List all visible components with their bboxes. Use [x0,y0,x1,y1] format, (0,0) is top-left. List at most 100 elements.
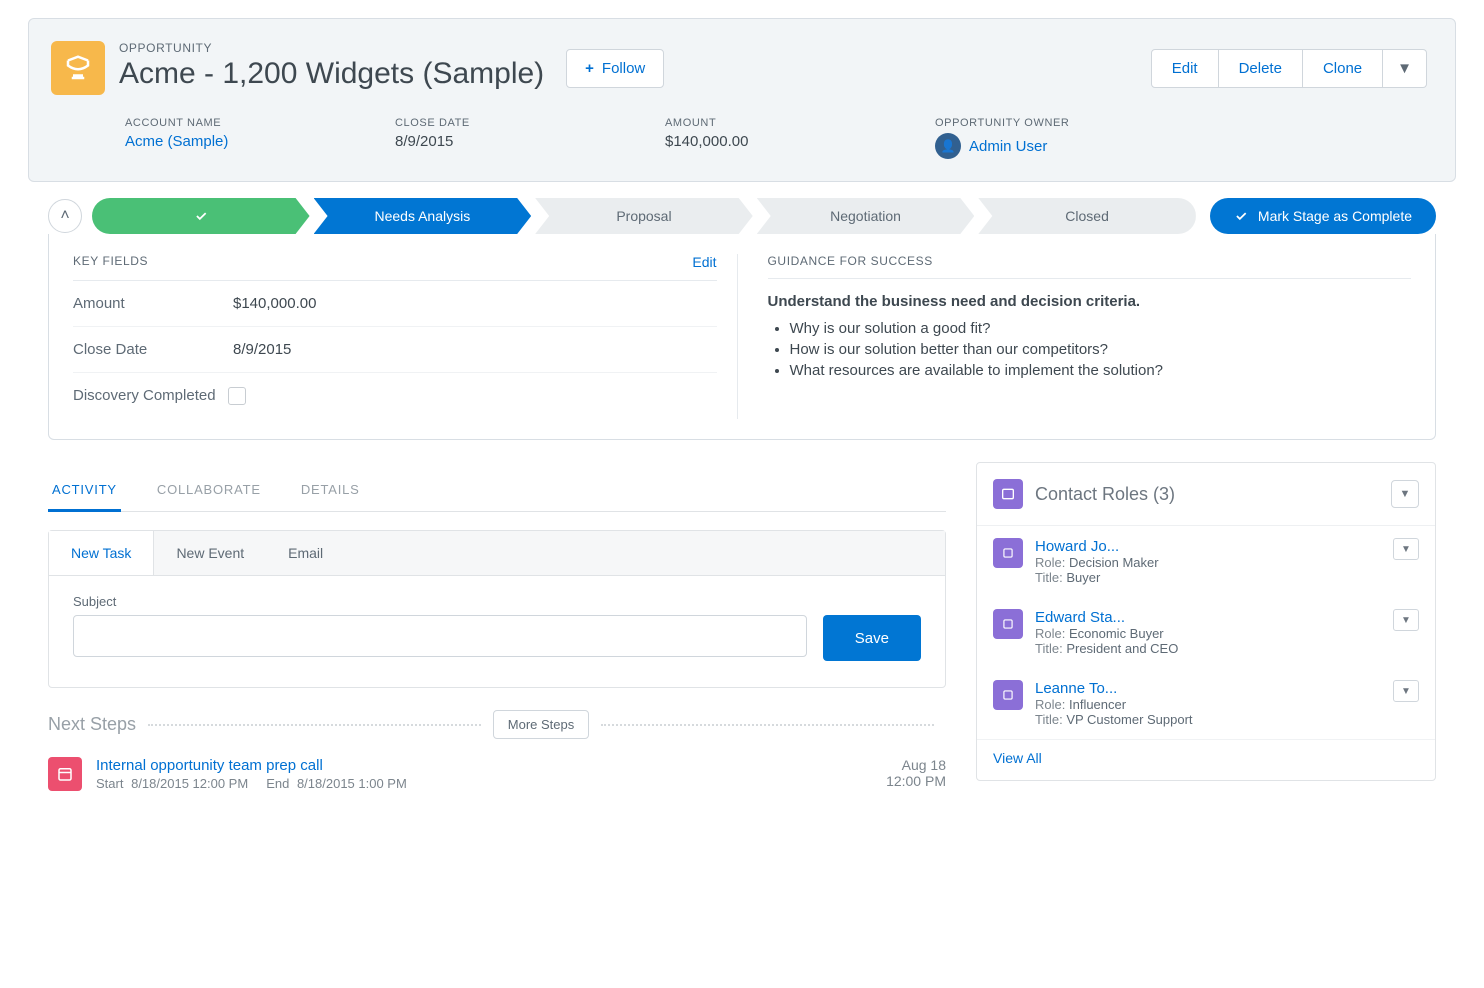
caret-down-icon: ▼ [1400,488,1411,500]
item-menu-button[interactable]: ▼ [1393,538,1419,560]
save-button[interactable]: Save [823,615,921,661]
clone-button[interactable]: Clone [1303,49,1383,88]
contact-name-link[interactable]: Edward Sta... [1035,609,1381,626]
field-close-date: CLOSE DATE 8/9/2015 [395,117,575,159]
mark-stage-complete-button[interactable]: Mark Stage as Complete [1210,198,1436,234]
role-label: Role: [1035,626,1065,641]
caret-down-icon: ▼ [1397,60,1412,77]
related-menu-button[interactable]: ▼ [1391,480,1419,508]
title-value: President and CEO [1066,641,1178,656]
edit-button[interactable]: Edit [1151,49,1219,88]
value: 8/9/2015 [395,133,575,150]
opportunity-icon [51,41,105,95]
check-icon [194,209,208,223]
role-value: Influencer [1069,697,1126,712]
more-steps-button[interactable]: More Steps [493,710,589,739]
guidance-title: GUIDANCE FOR SUCCESS [768,254,933,268]
end-label: End [266,776,289,791]
timeline-time: 12:00 PM [886,773,946,789]
timeline-item: Internal opportunity team prep call Star… [48,757,946,791]
item-menu-button[interactable]: ▼ [1393,680,1419,702]
contact-role-item: Howard Jo... Role: Decision Maker Title:… [977,526,1435,597]
title-label: Title: [1035,712,1063,727]
start-label: Start [96,776,123,791]
field-owner: OPPORTUNITY OWNER 👤 Admin User [935,117,1115,159]
label: Close Date [73,341,233,358]
tab-details[interactable]: DETAILS [297,470,364,511]
value: $140,000.00 [233,295,316,312]
timeline-title-link[interactable]: Internal opportunity team prep call [96,757,872,774]
contact-icon [993,609,1023,639]
activity-composer: New Task New Event Email Subject Save [48,530,946,688]
timeline-date: Aug 18 [886,757,946,773]
label: ACCOUNT NAME [125,117,305,129]
stage-proposal[interactable]: Proposal [535,198,753,234]
title-value: Buyer [1066,570,1100,585]
role-label: Role: [1035,697,1065,712]
key-field-row: Discovery Completed [73,373,717,419]
field-amount: AMOUNT $140,000.00 [665,117,845,159]
owner-link[interactable]: Admin User [969,138,1047,155]
guidance-headline: Understand the business need and decisio… [768,293,1412,310]
account-link[interactable]: Acme (Sample) [125,133,305,150]
contact-name-link[interactable]: Howard Jo... [1035,538,1381,555]
guidance-bullet: How is our solution better than our comp… [790,341,1412,358]
check-icon [1234,209,1248,223]
stage-closed[interactable]: Closed [978,198,1196,234]
guidance-panel: GUIDANCE FOR SUCCESS Understand the busi… [737,254,1412,419]
key-fields-title: KEY FIELDS [73,254,148,270]
subtab-email[interactable]: Email [266,531,345,575]
label: OPPORTUNITY OWNER [935,117,1115,129]
key-field-row: Close Date 8/9/2015 [73,327,717,373]
main-tabs: ACTIVITY COLLABORATE DETAILS [48,470,946,512]
value: $140,000.00 [665,133,845,150]
subtab-new-event[interactable]: New Event [154,531,266,575]
key-fields-panel: KEY FIELDS Edit Amount $140,000.00 Close… [73,254,717,419]
end-value: 8/18/2015 1:00 PM [297,776,407,791]
tab-collaborate[interactable]: COLLABORATE [153,470,265,511]
path-collapse-button[interactable]: ˄ [48,199,82,233]
contact-role-item: Leanne To... Role: Influencer Title: VP … [977,668,1435,739]
caret-down-icon: ▼ [1401,615,1411,626]
discovery-completed-checkbox[interactable] [228,387,246,405]
key-fields-edit-link[interactable]: Edit [692,254,716,270]
contact-icon [993,680,1023,710]
contact-roles-card: Contact Roles (3) ▼ Howard Jo... Role: D… [976,462,1436,781]
key-field-row: Amount $140,000.00 [73,281,717,327]
stage-negotiation[interactable]: Negotiation [757,198,975,234]
plus-icon: + [585,60,594,77]
role-value: Economic Buyer [1069,626,1164,641]
subject-input[interactable] [73,615,807,657]
value: 8/9/2015 [233,341,291,358]
tab-activity[interactable]: ACTIVITY [48,470,121,512]
follow-button[interactable]: + Follow [566,49,664,88]
start-value: 8/18/2015 12:00 PM [131,776,248,791]
page-title: Acme - 1,200 Widgets (Sample) [119,57,544,91]
next-steps-divider: Next Steps More Steps [48,710,946,739]
label: Discovery Completed [73,387,216,405]
sales-path: Needs Analysis Proposal Negotiation Clos… [92,198,1200,234]
field-account-name: ACCOUNT NAME Acme (Sample) [125,117,305,159]
role-label: Role: [1035,555,1065,570]
stage-completed[interactable] [92,198,310,234]
caret-down-icon: ▼ [1401,686,1411,697]
contact-icon [993,538,1023,568]
stage-needs-analysis[interactable]: Needs Analysis [314,198,532,234]
contact-name-link[interactable]: Leanne To... [1035,680,1381,697]
follow-label: Follow [602,60,645,77]
related-title: Contact Roles (3) [1035,484,1175,505]
next-steps-title: Next Steps [48,714,136,735]
role-value: Decision Maker [1069,555,1159,570]
contact-roles-icon [993,479,1023,509]
action-bar: Edit Delete Clone ▼ [1151,49,1427,88]
guidance-bullet: Why is our solution a good fit? [790,320,1412,337]
view-all-link[interactable]: View All [977,739,1435,780]
title-label: Title: [1035,570,1063,585]
label: Amount [73,295,233,312]
label: CLOSE DATE [395,117,575,129]
item-menu-button[interactable]: ▼ [1393,609,1419,631]
event-icon [48,757,82,791]
delete-button[interactable]: Delete [1219,49,1303,88]
more-actions-button[interactable]: ▼ [1383,49,1427,88]
subtab-new-task[interactable]: New Task [49,531,154,575]
